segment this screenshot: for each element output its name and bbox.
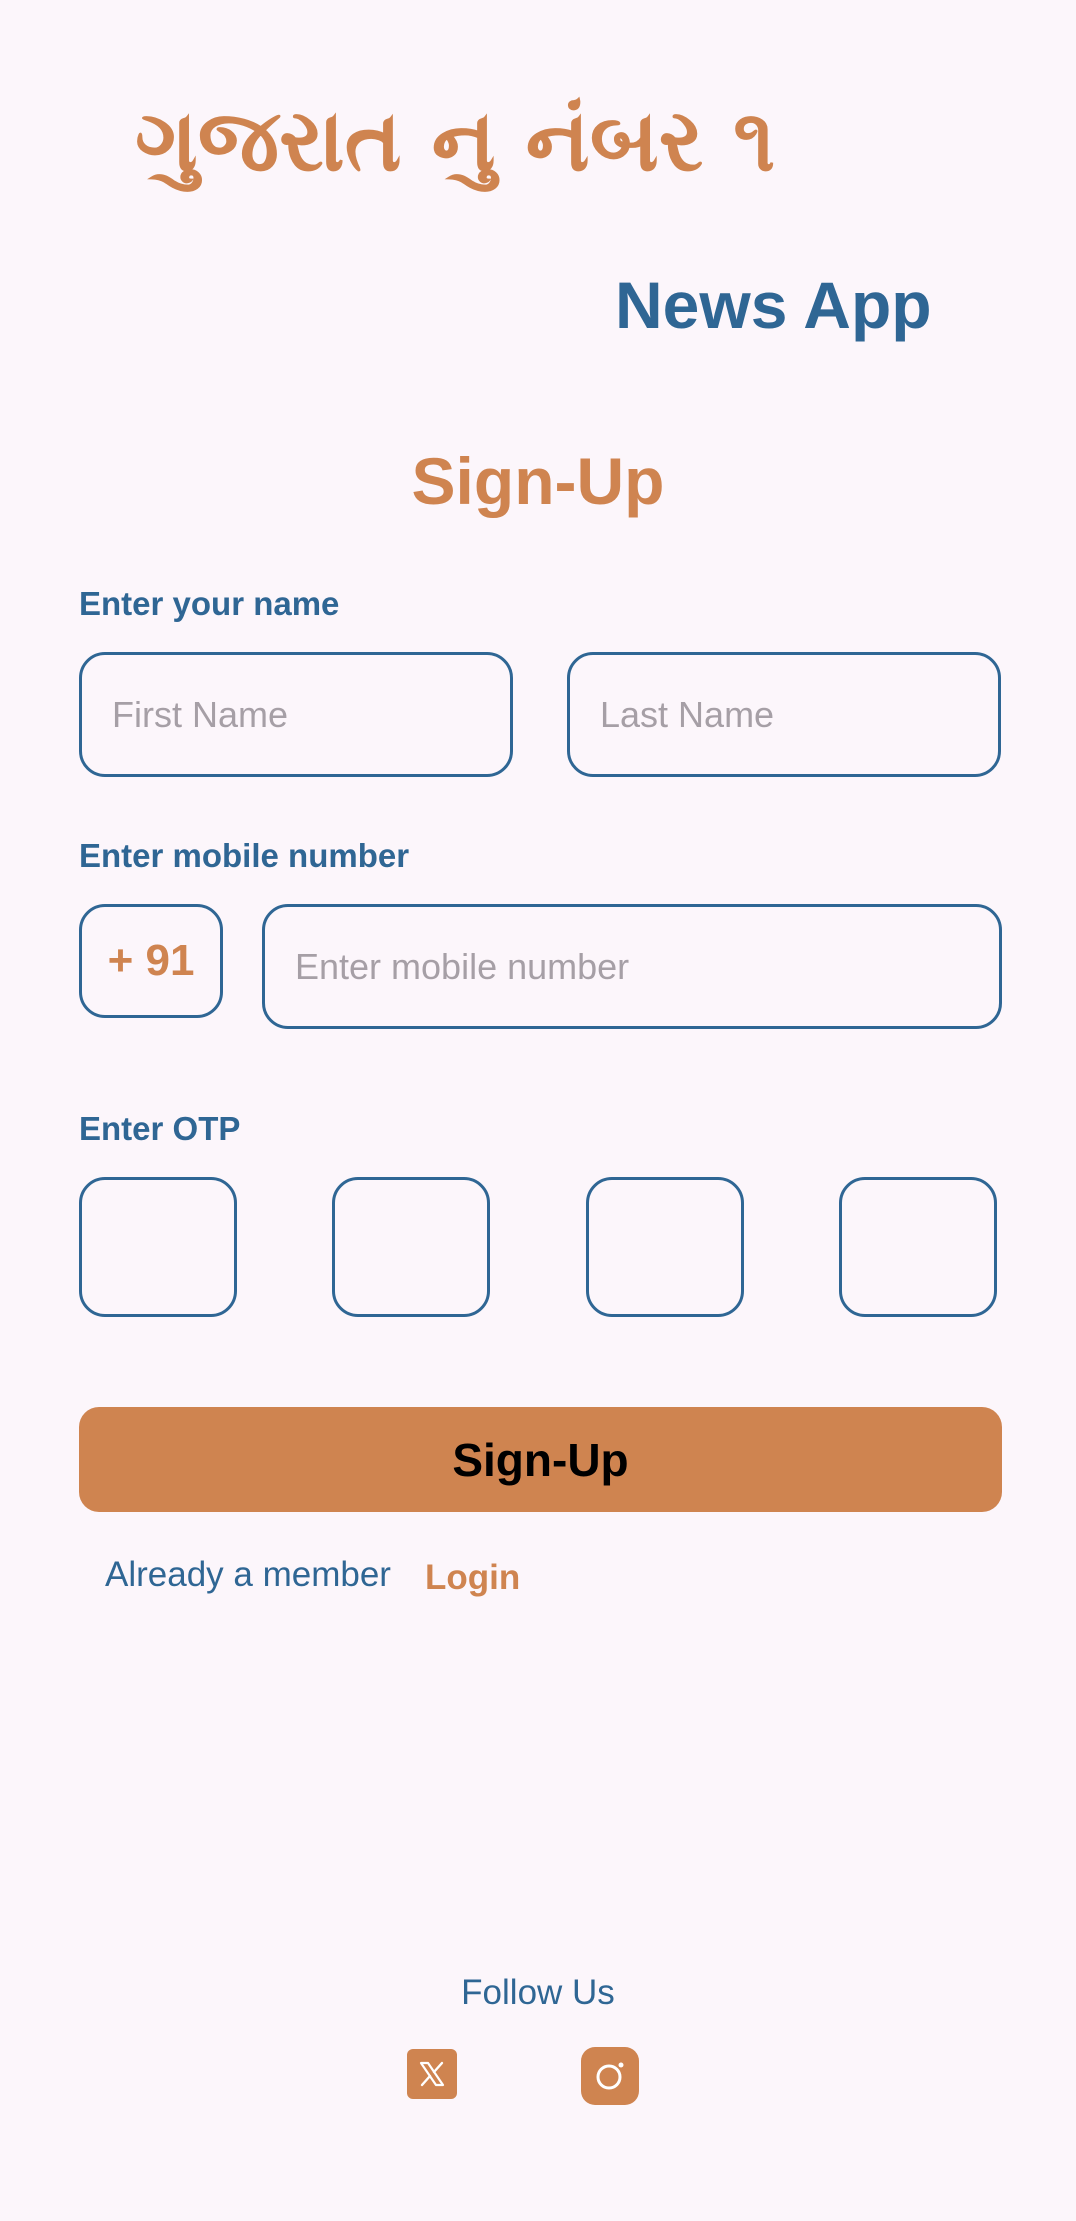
otp-box-3[interactable]: [586, 1177, 745, 1317]
x-twitter-glyph: [419, 2061, 445, 2087]
instagram-glyph: [596, 2062, 624, 2090]
mobile-number-field[interactable]: [262, 904, 1002, 1029]
name-label: Enter your name: [79, 585, 340, 622]
otp-box-4[interactable]: [839, 1177, 998, 1317]
page-title: Sign-Up: [411, 444, 665, 518]
mobile-label: Enter mobile number: [79, 837, 410, 874]
otp-label: Enter OTP: [79, 1110, 241, 1147]
headline: ગુજરાત નુ નંબર ૧: [135, 91, 776, 191]
otp-input-3[interactable]: [589, 1180, 745, 1316]
follow-us-label: Follow Us: [461, 1973, 615, 2012]
otp-box-1[interactable]: [79, 1177, 238, 1317]
otp-box-2[interactable]: [332, 1177, 491, 1317]
mobile-number-input[interactable]: [265, 907, 999, 1026]
otp-input-4[interactable]: [842, 1180, 998, 1316]
otp-input-1[interactable]: [82, 1180, 238, 1316]
instagram-icon[interactable]: [581, 2047, 639, 2105]
already-member-text: Already a member: [105, 1555, 391, 1594]
login-link[interactable]: Login: [425, 1560, 520, 1595]
last-name-input[interactable]: [570, 655, 998, 774]
last-name-field[interactable]: [567, 652, 1001, 777]
country-code-box[interactable]: + 91: [79, 904, 223, 1018]
x-twitter-icon[interactable]: [407, 2049, 457, 2099]
app-name: News App: [615, 268, 932, 342]
country-code: + 91: [107, 936, 195, 985]
first-name-field[interactable]: [79, 652, 513, 777]
otp-input-2[interactable]: [335, 1180, 491, 1316]
sign-up-button[interactable]: Sign-Up: [79, 1407, 1002, 1512]
first-name-input[interactable]: [82, 655, 510, 774]
